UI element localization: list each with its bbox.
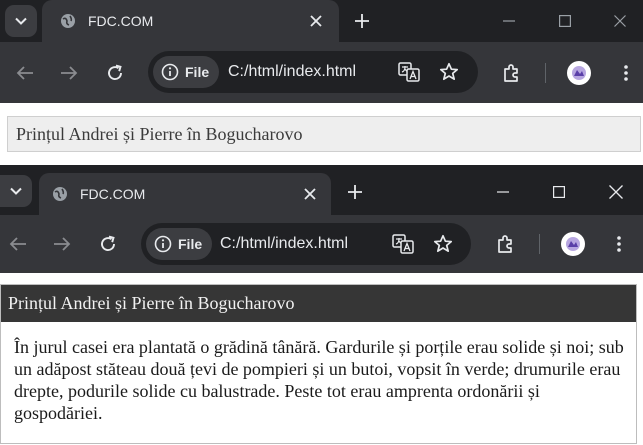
forward-arrow-icon: [54, 237, 71, 251]
back-button[interactable]: [13, 61, 37, 85]
page-heading: Prințul Andrei și Pierre în Bogucharovo: [7, 116, 641, 152]
star-icon: [439, 62, 459, 81]
minimize-button[interactable]: [498, 10, 520, 32]
profile-avatar[interactable]: [567, 61, 591, 85]
globe-icon: [61, 14, 75, 28]
address-bar[interactable]: File C:/html/index.html: [141, 223, 471, 265]
minimize-icon: [503, 20, 515, 22]
extensions-button[interactable]: [494, 232, 518, 256]
new-tab-button[interactable]: [344, 181, 366, 203]
maximize-icon: [553, 186, 565, 198]
tab-search-button[interactable]: [5, 5, 37, 37]
reload-button[interactable]: [103, 61, 127, 85]
new-tab-button[interactable]: [351, 10, 373, 32]
tab-strip: FDC.COM: [0, 165, 643, 215]
close-icon: [614, 15, 626, 27]
close-icon: [304, 188, 316, 200]
browser-toolbar: File C:/html/index.html: [0, 42, 643, 103]
translate-button[interactable]: [398, 61, 420, 83]
extensions-button[interactable]: [500, 61, 524, 85]
browser-tab[interactable]: FDC.COM: [39, 173, 331, 215]
site-info-chip[interactable]: File: [153, 56, 220, 88]
extensions-icon: [504, 64, 518, 82]
tab-title: FDC.COM: [88, 13, 154, 29]
extensions-icon: [498, 235, 512, 253]
back-button[interactable]: [6, 232, 30, 256]
globe-icon: [53, 187, 67, 201]
toolbar-divider: [539, 234, 540, 254]
tab-strip: FDC.COM: [0, 0, 643, 42]
chevron-down-icon: [15, 17, 27, 25]
maximize-button[interactable]: [548, 181, 570, 203]
page-content: Prințul Andrei și Pierre în Bogucharovo …: [0, 273, 643, 445]
profile-avatar[interactable]: [561, 232, 585, 256]
plus-icon: [355, 14, 369, 28]
page-content: Prințul Andrei și Pierre în Bogucharovo: [0, 103, 643, 162]
forward-arrow-icon: [61, 66, 78, 80]
site-info-chip[interactable]: File: [146, 228, 213, 260]
plus-icon: [348, 185, 362, 199]
reload-button[interactable]: [96, 232, 120, 256]
url-text: C:/html/index.html: [220, 235, 349, 252]
menu-button[interactable]: [607, 232, 631, 256]
back-arrow-icon: [9, 237, 26, 251]
info-icon: [161, 63, 179, 81]
tab-close-button[interactable]: [301, 185, 319, 203]
translate-icon: [392, 234, 414, 254]
browser-toolbar: File C:/html/index.html: [0, 215, 643, 273]
panel-body-text: În jurul casei era plantată o grădină tâ…: [14, 337, 624, 423]
minimize-button[interactable]: [492, 181, 514, 203]
back-arrow-icon: [16, 66, 33, 80]
browser-window-front: FDC.COM File C:/html/index.html Prințul …: [0, 162, 643, 445]
forward-button[interactable]: [57, 61, 81, 85]
menu-icon: [624, 65, 628, 81]
info-icon: [154, 235, 172, 253]
panel-heading: Prințul Andrei și Pierre în Bogucharovo: [1, 285, 636, 322]
url-text: C:/html/index.html: [228, 63, 357, 80]
close-icon: [310, 15, 322, 27]
toolbar-divider: [545, 63, 546, 83]
tab-title: FDC.COM: [80, 186, 146, 202]
bookmark-button[interactable]: [438, 61, 460, 83]
reload-icon: [101, 235, 115, 251]
site-info-label: File: [178, 236, 203, 252]
close-icon: [609, 185, 623, 199]
maximize-button[interactable]: [554, 10, 576, 32]
reload-icon: [108, 64, 122, 80]
tab-close-button[interactable]: [307, 12, 325, 30]
address-bar[interactable]: File C:/html/index.html: [148, 51, 478, 93]
minimize-icon: [497, 191, 509, 193]
avatar-icon: [572, 66, 586, 80]
star-icon: [433, 234, 453, 253]
menu-button[interactable]: [614, 61, 638, 85]
browser-window-back: FDC.COM File C:/html/index.html Prințul …: [0, 0, 643, 162]
browser-tab[interactable]: FDC.COM: [42, 0, 339, 42]
site-info-label: File: [185, 64, 210, 80]
menu-icon: [617, 236, 621, 252]
avatar-icon: [566, 237, 580, 251]
translate-icon: [398, 62, 420, 82]
bookmark-button[interactable]: [432, 233, 454, 255]
maximize-icon: [559, 15, 571, 27]
chevron-down-icon: [10, 187, 22, 195]
tab-search-button[interactable]: [0, 175, 32, 207]
close-window-button[interactable]: [609, 10, 631, 32]
forward-button[interactable]: [50, 232, 74, 256]
translate-button[interactable]: [392, 233, 414, 255]
article-panel: Prințul Andrei și Pierre în Bogucharovo …: [0, 284, 637, 444]
close-window-button[interactable]: [605, 181, 627, 203]
